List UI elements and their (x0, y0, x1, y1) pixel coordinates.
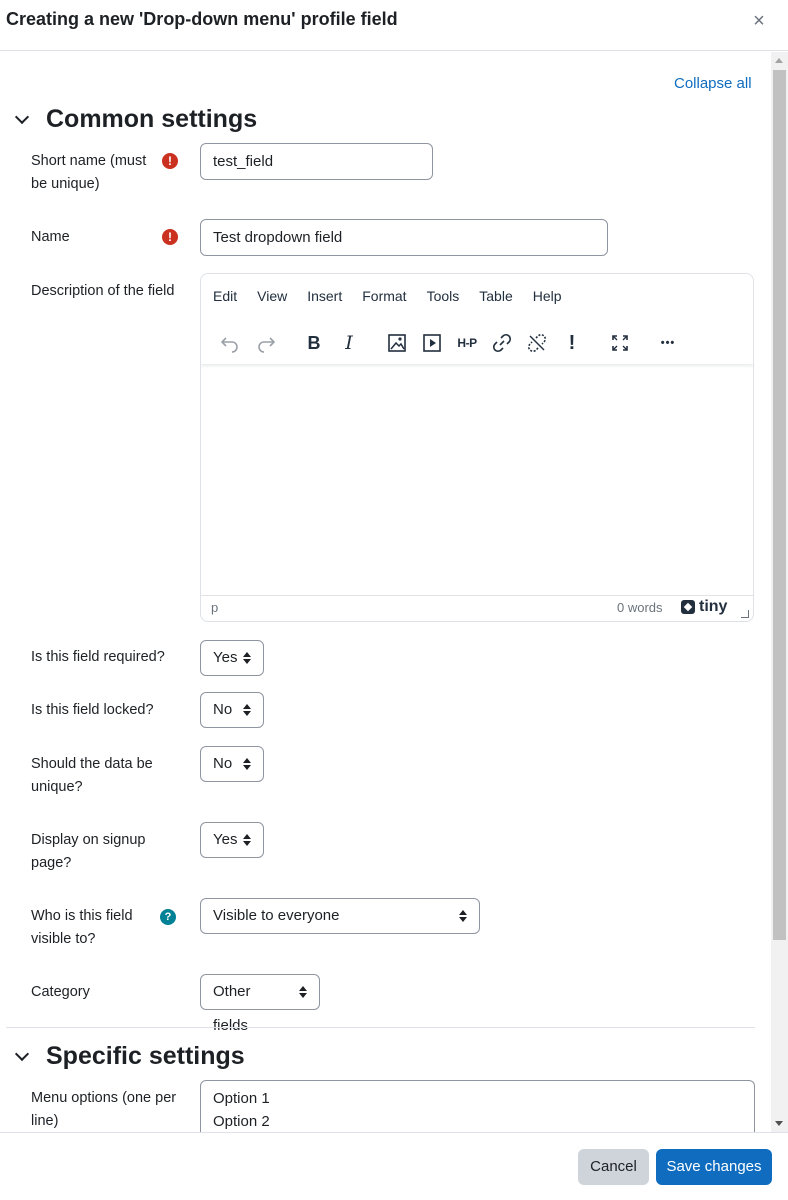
locked-select[interactable]: No (200, 692, 264, 728)
required-label: Is this field required? (31, 649, 165, 665)
select-arrows-icon (243, 704, 251, 716)
select-arrows-icon (243, 758, 251, 770)
h5p-icon[interactable]: H-P (452, 330, 482, 356)
required-icon[interactable]: ! (162, 229, 178, 245)
name-input[interactable]: Test dropdown field (200, 219, 608, 256)
save-changes-button[interactable]: Save changes (656, 1149, 772, 1185)
short-name-input[interactable]: test_field (200, 143, 433, 180)
fullscreen-icon[interactable] (607, 330, 633, 356)
menu-tools[interactable]: Tools (425, 288, 462, 304)
description-editor: Edit View Insert Format Tools Table Help… (200, 273, 754, 622)
menu-help[interactable]: Help (531, 288, 564, 304)
tiny-logo-icon (681, 600, 695, 614)
scroll-up-icon[interactable] (775, 58, 783, 63)
visible-select[interactable]: Visible to everyone (200, 898, 480, 934)
scroll-down-icon[interactable] (775, 1121, 783, 1126)
section-header-specific[interactable]: Specific settings (12, 1042, 245, 1071)
select-arrows-icon (459, 910, 467, 922)
vertical-scrollbar[interactable] (771, 52, 788, 1132)
cancel-button[interactable]: Cancel (578, 1149, 649, 1185)
select-arrows-icon (299, 986, 307, 998)
scrollbar-thumb[interactable] (773, 70, 786, 940)
italic-icon[interactable]: I (336, 330, 362, 356)
modal-body: Collapse all Common settings Short name … (0, 52, 788, 1132)
menu-insert[interactable]: Insert (305, 288, 344, 304)
signup-select-value: Yes (213, 831, 238, 848)
section-title: Common settings (46, 105, 258, 133)
select-arrows-icon (243, 834, 251, 846)
modal-title: Creating a new 'Drop-down menu' profile … (6, 9, 398, 29)
editor-content-area[interactable] (201, 366, 753, 596)
visible-select-value: Visible to everyone (213, 907, 340, 924)
section-divider (6, 1027, 755, 1028)
short-name-label: Short name (must be unique) (31, 153, 147, 192)
menu-option-line: Option 2 (213, 1113, 270, 1130)
editor-toolbar: B I H-P ! ••• (201, 322, 753, 364)
menu-view[interactable]: View (255, 288, 289, 304)
collapse-all-link[interactable]: Collapse all (674, 75, 752, 92)
menu-options-textarea[interactable]: Option 1 Option 2 (200, 1080, 755, 1132)
chevron-down-icon (12, 109, 34, 131)
unique-select-value: No (213, 755, 233, 772)
tiny-brand[interactable]: tiny (681, 598, 727, 616)
category-label: Category (31, 984, 90, 1000)
category-select[interactable]: Other fields (200, 974, 320, 1034)
close-icon[interactable]: × (750, 10, 768, 32)
menu-table[interactable]: Table (477, 288, 514, 304)
required-select[interactable]: Yes (200, 640, 264, 676)
menu-edit[interactable]: Edit (211, 288, 239, 304)
description-label: Description of the field (31, 283, 175, 299)
menu-format[interactable]: Format (360, 288, 408, 304)
editor-statusbar: p 0 words tiny (201, 595, 753, 621)
locked-select-value: No (213, 701, 233, 718)
help-icon[interactable]: ? (160, 909, 176, 925)
more-icon[interactable]: ••• (655, 330, 681, 356)
name-label: Name (31, 229, 70, 245)
section-title: Specific settings (46, 1042, 245, 1070)
bold-icon[interactable]: B (301, 330, 327, 356)
word-count[interactable]: 0 words (617, 600, 663, 615)
signup-select[interactable]: Yes (200, 822, 264, 858)
accessibility-icon[interactable]: ! (559, 330, 585, 356)
chevron-down-icon (12, 1046, 34, 1068)
editor-menubar: Edit View Insert Format Tools Table Help (211, 288, 580, 304)
menu-option-line: Option 1 (213, 1090, 270, 1107)
modal-header: Creating a new 'Drop-down menu' profile … (0, 0, 788, 51)
link-icon[interactable] (489, 330, 515, 356)
visible-label: Who is this field visible to? (31, 908, 133, 947)
undo-icon[interactable] (217, 330, 243, 356)
element-path[interactable]: p (211, 600, 218, 615)
locked-label: Is this field locked? (31, 702, 154, 718)
required-select-value: Yes (213, 649, 238, 666)
resize-handle-icon[interactable] (741, 610, 749, 618)
section-header-common[interactable]: Common settings (12, 105, 257, 134)
select-arrows-icon (243, 652, 251, 664)
required-icon[interactable]: ! (162, 153, 178, 169)
redo-icon[interactable] (253, 330, 279, 356)
media-icon[interactable] (419, 330, 445, 356)
modal-footer: Cancel Save changes (0, 1132, 788, 1200)
menu-options-label: Menu options (one per line) (31, 1090, 177, 1129)
image-icon[interactable] (384, 330, 410, 356)
signup-label: Display on signup page? (31, 832, 146, 871)
tiny-brand-text: tiny (699, 598, 728, 615)
unlink-icon[interactable] (524, 330, 550, 356)
unique-select[interactable]: No (200, 746, 264, 782)
unique-label: Should the data be unique? (31, 756, 153, 795)
